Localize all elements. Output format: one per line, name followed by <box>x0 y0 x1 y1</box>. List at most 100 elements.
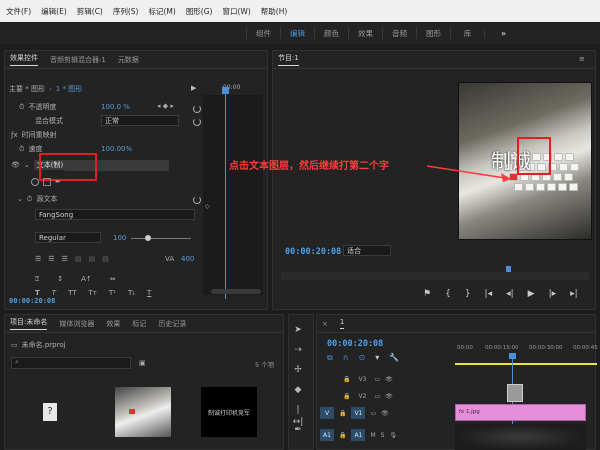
linked-selection-icon[interactable]: ⊙ <box>359 353 366 363</box>
reset-icon[interactable] <box>193 118 201 126</box>
effect-controls-timecode[interactable]: 00:00:20:08 <box>9 297 55 305</box>
font-size-value[interactable]: 100 <box>113 234 126 242</box>
baseline-shift-icon[interactable]: A↑ <box>81 275 92 283</box>
sync-icon[interactable]: ▭ <box>374 393 380 400</box>
align-left-icon[interactable]: ☰ <box>35 255 41 263</box>
workspace-tab-editing[interactable]: 编辑 <box>280 27 314 39</box>
menu-graphics[interactable]: 图形(G) <box>186 6 213 17</box>
go-to-out-icon[interactable]: ▸| <box>570 289 578 299</box>
ellipse-mask-icon[interactable] <box>31 178 39 186</box>
close-icon[interactable]: × <box>322 320 328 328</box>
tsume-icon[interactable]: ⇔ <box>110 275 116 283</box>
tab-media-browser[interactable]: 媒体浏览器 <box>59 319 94 329</box>
timeline-playhead-handle[interactable] <box>509 353 516 359</box>
new-bin-icon[interactable]: ▣ <box>139 359 146 367</box>
project-search-input[interactable]: ⌕ <box>11 357 131 369</box>
opacity-value[interactable]: 100.0 % <box>101 103 130 111</box>
subscript-icon[interactable]: T₁ <box>128 289 135 297</box>
menu-sequence[interactable]: 序列(S) <box>113 6 139 17</box>
menu-clip[interactable]: 剪辑(C) <box>77 6 103 17</box>
slip-tool-icon[interactable]: |↔| <box>292 404 304 427</box>
workspace-tab-effects[interactable]: 效果 <box>348 27 382 39</box>
mini-timeline-scrollbar[interactable] <box>211 289 261 294</box>
menu-help[interactable]: 帮助(H) <box>261 6 288 17</box>
mark-in-icon[interactable]: { <box>445 289 451 299</box>
stopwatch-icon[interactable]: ⏱ <box>19 103 24 112</box>
mark-out-icon[interactable]: } <box>465 289 471 299</box>
tab-project[interactable]: 项目:未命名 <box>10 317 48 330</box>
eye-icon[interactable]: 👁 <box>381 410 389 417</box>
leading-icon[interactable]: ↕ <box>57 275 63 283</box>
superscript-icon[interactable]: T¹ <box>109 289 116 297</box>
workspace-tab-libraries[interactable]: 库 <box>450 27 484 39</box>
font-size-slider-handle[interactable] <box>145 235 151 241</box>
pen-tool-icon[interactable]: ✒ <box>292 424 304 436</box>
tab-metadata[interactable]: 元数据 <box>118 55 139 65</box>
timeline-ruler[interactable]: 00:00 00:00:15:00 00:00:30:00 00:00:45 <box>455 345 598 357</box>
track-select-icon[interactable]: ⇢ <box>292 344 304 356</box>
lock-icon[interactable]: 🔒 <box>339 410 346 417</box>
stopwatch-icon[interactable]: ⏱ <box>19 145 24 154</box>
underline-icon[interactable]: T <box>147 289 151 297</box>
add-marker-icon[interactable]: ▾ <box>375 353 379 363</box>
tracking-value[interactable]: 400 <box>181 255 194 263</box>
rectangle-mask-icon[interactable] <box>43 178 51 186</box>
track-name[interactable]: A1 <box>351 429 366 441</box>
pen-mask-icon[interactable]: ✒ <box>55 178 61 186</box>
panel-menu-icon[interactable]: ≡ <box>579 55 585 63</box>
nest-icon[interactable]: ⧉ <box>327 353 333 363</box>
playhead-line[interactable] <box>225 89 226 299</box>
stopwatch-icon[interactable]: ⏱ <box>27 195 32 204</box>
keyframe-nav-icon[interactable]: ◂ ◆ ▸ <box>157 102 174 110</box>
justify-icon[interactable]: ▤ <box>88 255 95 263</box>
sync-icon[interactable]: ▭ <box>374 376 380 383</box>
menu-marker[interactable]: 标记(M) <box>148 6 175 17</box>
step-forward-icon[interactable]: |▸ <box>549 289 557 299</box>
justify-icon[interactable]: ▤ <box>102 255 109 263</box>
add-marker-icon[interactable]: ⚑ <box>423 289 431 299</box>
go-to-in-icon[interactable]: |◂ <box>485 289 493 299</box>
audio-track-area[interactable] <box>455 424 586 450</box>
ripple-edit-icon[interactable]: ✢ <box>292 364 304 376</box>
menu-window[interactable]: 窗口(W) <box>222 6 250 17</box>
fit-select[interactable]: 适合 <box>343 245 391 256</box>
chevron-down-icon[interactable]: ⌄ <box>17 195 23 203</box>
bold-icon[interactable]: T <box>35 289 40 297</box>
italic-icon[interactable]: T <box>52 289 56 297</box>
lock-icon[interactable]: 🔒 <box>343 376 350 383</box>
menu-edit[interactable]: 编辑(E) <box>41 6 67 17</box>
selection-tool-icon[interactable]: ➤ <box>292 324 304 336</box>
image-clip[interactable]: fx 1.jpg <box>455 404 586 421</box>
step-back-icon[interactable]: ◂| <box>506 289 514 299</box>
solo-button[interactable]: S <box>381 432 385 439</box>
razor-tool-icon[interactable]: ◆ <box>292 384 304 396</box>
play-only-icon[interactable]: ▶ <box>191 84 196 92</box>
keyframe-icon[interactable]: ◇ <box>205 203 210 210</box>
track-name[interactable]: V1 <box>351 407 366 419</box>
eye-icon[interactable]: 👁 <box>11 161 20 169</box>
tab-effects[interactable]: 效果 <box>106 319 120 329</box>
justify-icon[interactable]: ▤ <box>75 255 82 263</box>
media-thumbnail-image[interactable] <box>115 387 171 437</box>
playhead-handle[interactable] <box>222 87 229 94</box>
effect-mini-timeline[interactable] <box>203 95 263 295</box>
tab-history[interactable]: 历史记录 <box>158 319 186 329</box>
chevron-down-icon[interactable]: ⌄ <box>24 161 30 169</box>
settings-wrench-icon[interactable]: 🔧 <box>389 353 399 363</box>
tab-effect-controls[interactable]: 效果控件 <box>10 53 38 66</box>
eye-icon[interactable]: 👁 <box>385 393 393 400</box>
clip-label[interactable]: 1 * 图形 <box>56 84 82 94</box>
workspace-tab-audio[interactable]: 音频 <box>382 27 416 39</box>
program-timecode[interactable]: 00:00:20:08 <box>285 247 341 257</box>
snap-icon[interactable]: ∩ <box>343 353 349 363</box>
workspace-tab-assembly[interactable]: 组件 <box>246 27 280 39</box>
reset-icon[interactable] <box>193 105 201 113</box>
timeline-timecode[interactable]: 00:00:20:08 <box>327 339 383 349</box>
tab-program[interactable]: 节目:1 <box>278 53 299 66</box>
tab-sequence[interactable]: 1 <box>339 318 345 329</box>
menu-file[interactable]: 文件(F) <box>6 6 31 17</box>
source-patch-a[interactable]: A1 <box>320 429 334 441</box>
align-right-icon[interactable]: ☰ <box>62 255 68 263</box>
program-scrubber[interactable] <box>281 272 589 280</box>
play-button[interactable]: ▶ <box>528 289 535 299</box>
